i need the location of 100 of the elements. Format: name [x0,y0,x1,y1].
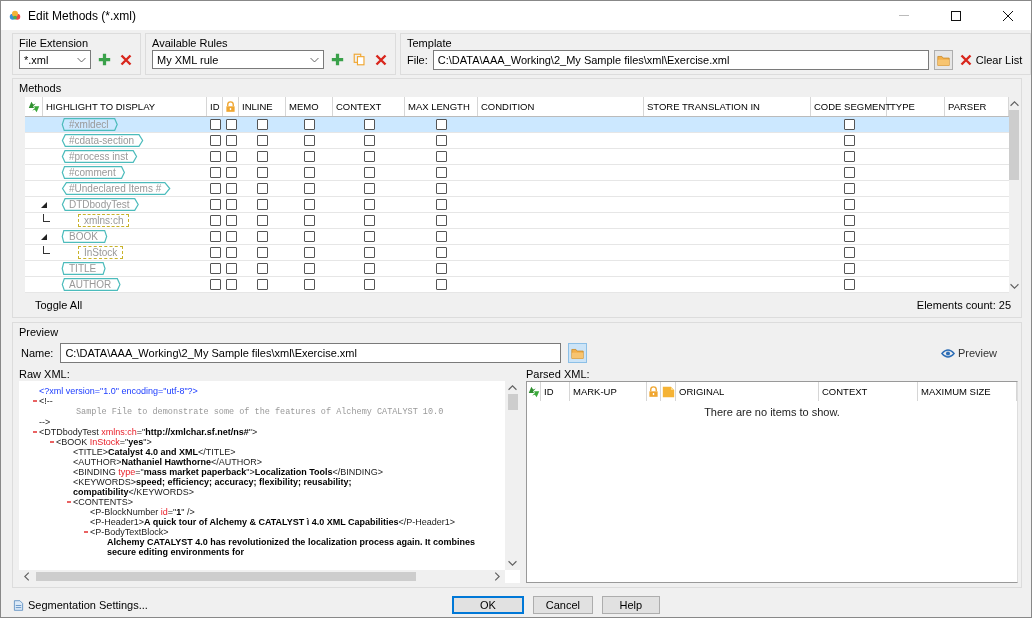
checkbox[interactable] [225,119,237,130]
checkbox[interactable] [843,279,855,290]
checkbox[interactable] [363,183,375,194]
checkbox[interactable] [436,151,447,162]
checkbox[interactable] [257,167,268,178]
checkbox[interactable] [843,231,855,242]
checkbox[interactable] [363,247,375,258]
rules-dropdown[interactable]: My XML rule [152,50,324,69]
checkbox[interactable] [304,263,315,274]
checkbox[interactable] [225,231,237,242]
checkbox[interactable] [209,247,221,258]
checkbox[interactable] [209,119,221,130]
checkbox[interactable] [209,135,221,146]
checkbox[interactable] [209,183,221,194]
checkbox[interactable] [257,215,268,226]
checkbox[interactable] [436,215,447,226]
column-header[interactable]: MAXIMUM SIZE [921,386,991,397]
extension-dropdown[interactable]: *.xml [19,50,91,69]
column-header[interactable]: CONTEXT [822,386,868,397]
checkbox[interactable] [304,119,315,130]
column-header[interactable]: MEMO [289,101,319,112]
checkbox[interactable] [304,183,315,194]
column-header[interactable]: ORIGINAL [679,386,725,397]
checkbox[interactable] [209,151,221,162]
dialog-button[interactable]: Cancel [532,596,593,614]
checkbox[interactable] [436,167,447,178]
checkbox[interactable] [225,135,237,146]
column-header[interactable]: CONTEXT [336,101,382,112]
checkbox[interactable] [436,135,447,146]
column-header[interactable]: MAX LENGTH [408,101,470,112]
checkbox[interactable] [257,231,268,242]
checkbox[interactable] [225,167,237,178]
checkbox[interactable] [436,263,447,274]
checkbox[interactable] [363,135,375,146]
checkbox[interactable] [209,231,221,242]
checkbox[interactable] [843,183,855,194]
dialog-button[interactable]: OK [451,596,524,614]
checkbox[interactable] [843,135,855,146]
column-header[interactable]: CONDITION [481,101,535,112]
checkbox[interactable] [257,183,268,194]
segmentation-settings-button[interactable]: Segmentation Settings... [13,598,148,612]
column-header[interactable]: ID [544,386,554,397]
checkbox[interactable] [304,135,315,146]
checkbox[interactable] [843,263,855,274]
checkbox[interactable] [436,247,447,258]
checkbox[interactable] [209,215,221,226]
collapse-toggle[interactable] [84,530,88,534]
checkbox[interactable] [363,199,375,210]
checkbox[interactable] [304,247,315,258]
checkbox[interactable] [363,215,375,226]
checkbox[interactable] [436,199,447,210]
column-header[interactable]: HIGHLIGHT TO DISPLAY [46,101,156,112]
collapse-toggle[interactable] [33,399,37,403]
column-header[interactable]: INLINE [242,101,273,112]
column-header[interactable]: TYPE [890,101,915,112]
collapse-toggle[interactable] [67,500,71,504]
toggle-all-button[interactable]: Toggle All [33,299,85,311]
checkbox[interactable] [363,231,375,242]
preview-file-field[interactable]: C:\DATA\AAA_Working\2_My Sample files\xml\Exercise.xml [60,343,562,363]
checkbox[interactable] [363,119,375,130]
checkbox[interactable] [363,167,375,178]
checkbox[interactable] [257,135,268,146]
file-path-field[interactable]: C:\DATA\AAA_Working\2_My Sample files\xml\Exercise.xml [432,50,929,70]
checkbox[interactable] [257,199,268,210]
checkbox[interactable] [304,231,315,242]
checkbox[interactable] [304,167,315,178]
column-header[interactable]: CODE SEGMENT [814,101,892,112]
checkbox[interactable] [209,167,221,178]
checkbox[interactable] [225,263,237,274]
checkbox[interactable] [843,167,855,178]
checkbox[interactable] [225,215,237,226]
checkbox[interactable] [843,119,855,130]
checkbox[interactable] [843,247,855,258]
column-header[interactable]: ID [210,101,220,112]
checkbox[interactable] [304,279,315,290]
checkbox[interactable] [304,215,315,226]
checkbox[interactable] [225,151,237,162]
checkbox[interactable] [225,183,237,194]
expand-arrow[interactable] [41,202,47,208]
checkbox[interactable] [257,151,268,162]
collapse-toggle[interactable] [33,430,37,434]
column-header[interactable]: PARSER [948,101,987,112]
checkbox[interactable] [304,151,315,162]
checkbox[interactable] [436,183,447,194]
checkbox[interactable] [209,263,221,274]
dialog-button[interactable]: Help [601,596,660,614]
add-button[interactable] [329,51,346,68]
checkbox[interactable] [304,199,315,210]
checkbox[interactable] [436,279,447,290]
column-header[interactable]: STORE TRANSLATION IN [647,101,760,112]
checkbox[interactable] [257,279,268,290]
checkbox[interactable] [257,119,268,130]
checkbox[interactable] [436,119,447,130]
checkbox[interactable] [257,247,268,258]
checkbox[interactable] [363,263,375,274]
checkbox[interactable] [363,151,375,162]
clear-list-button[interactable]: Clear List [957,54,1025,66]
column-header[interactable]: MARK-UP [573,386,617,397]
checkbox[interactable] [843,199,855,210]
checkbox[interactable] [209,199,221,210]
